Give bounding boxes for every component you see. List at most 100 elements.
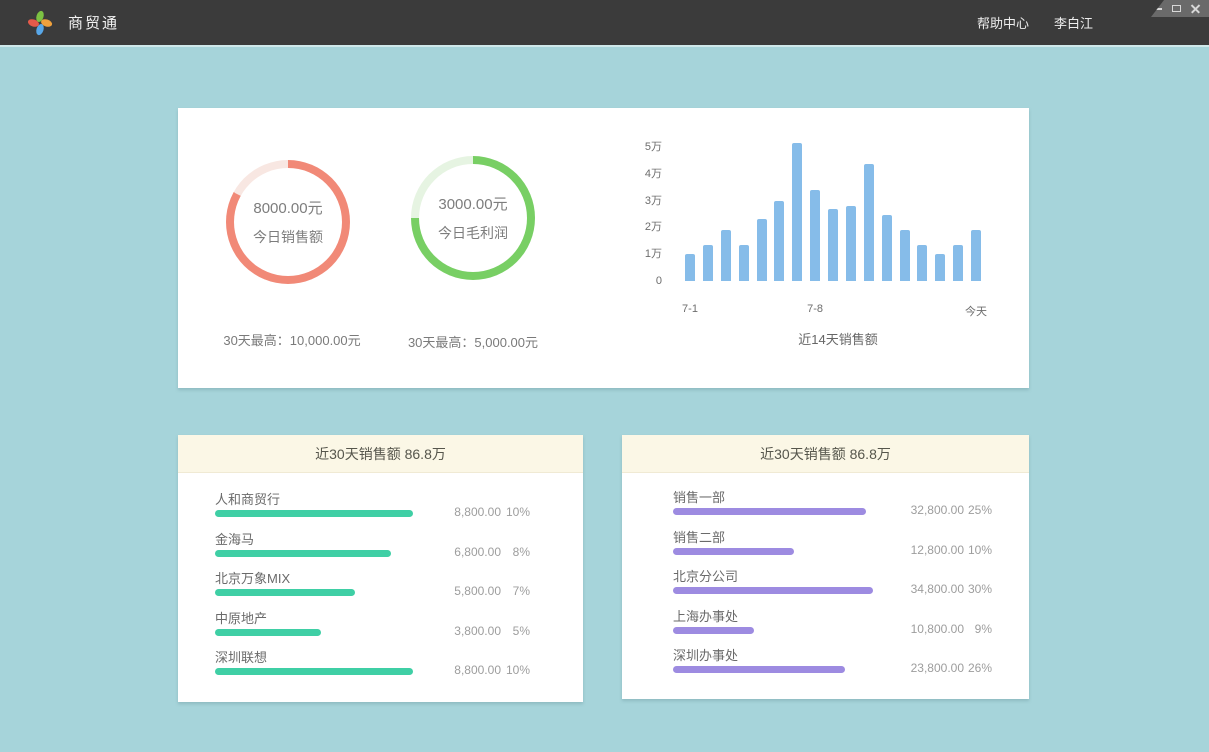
pinwheel-logo-icon (26, 9, 54, 37)
rank-amount: 23,800.00 (869, 661, 964, 675)
rank-percent: 10% (494, 505, 530, 519)
rank-amount: 32,800.00 (869, 503, 964, 517)
bar (721, 230, 731, 281)
rank-percent: 30% (956, 582, 992, 596)
y-axis-tick: 2万 (612, 220, 662, 234)
today-profit-value: 3000.00元 (438, 193, 507, 214)
minimize-icon[interactable] (1153, 8, 1162, 10)
user-name-menu[interactable]: 李白江 (1054, 0, 1093, 47)
y-axis-tick: 1万 (612, 247, 662, 261)
today-sales-value: 8000.00元 (253, 197, 322, 218)
bar (900, 230, 910, 281)
rank-row: 销售二部12,800.0010% (622, 526, 1029, 566)
rank-percent: 25% (956, 503, 992, 517)
window-controls (1151, 0, 1209, 17)
bar (846, 206, 856, 281)
rank-percent: 7% (494, 584, 530, 598)
rank-row: 北京分公司 34,800.0030% (622, 565, 1029, 605)
departments-card-title: 近30天销售额 86.8万 (622, 435, 1029, 473)
rank-bar (215, 510, 413, 517)
rank-amount: 8,800.00 (406, 505, 501, 519)
rank-row: 销售一部 32,800.0025% (622, 486, 1029, 526)
maximize-icon[interactable] (1172, 5, 1181, 12)
rank-amount: 10,800.00 (869, 622, 964, 636)
app-window: 商贸通 帮助中心 李白江 8000.00元 今日销售额 30天最高：10,000… (0, 0, 1209, 752)
y-axis-tick: 0 (612, 274, 662, 288)
departments-rank-list: 销售一部 32,800.0025% 销售二部12,800.0010%北京分公司 34,… (622, 473, 1029, 684)
today-profit-label: 今日毛利润 (438, 223, 508, 243)
bar (810, 190, 820, 281)
bar (882, 215, 892, 281)
y-axis-tick: 3万 (612, 194, 662, 208)
rank-bar (215, 550, 391, 557)
rank-label: 深圳办事处 (673, 645, 738, 664)
rank-label: 销售一部 (673, 487, 725, 506)
rank-label: 北京分公司 (673, 566, 738, 585)
rank-label: 北京万象MIX (215, 568, 290, 587)
rank-percent: 9% (956, 622, 992, 636)
customers-card-title: 近30天销售额 86.8万 (178, 435, 583, 473)
x-axis-tick: 7-8 (785, 303, 845, 315)
rank-label: 上海办事处 (673, 606, 738, 625)
bar (792, 143, 802, 281)
rank-row: 上海办事处 10,800.009% (622, 605, 1029, 645)
overview-card: 8000.00元 今日销售额 30天最高：10,000.00元 3000.00元… (178, 108, 1029, 388)
rank-percent: 26% (956, 661, 992, 675)
rank-amount: 3,800.00 (406, 624, 501, 638)
rank-row: 中原地产 3,800.005% (178, 607, 583, 647)
rank-percent: 8% (494, 545, 530, 559)
y-axis-tick: 5万 (612, 140, 662, 154)
rank-row: 人和商贸行 8,800.0010% (178, 488, 583, 528)
rank-row: 深圳办事处 23,800.0026% (622, 644, 1029, 684)
rank-amount: 8,800.00 (406, 663, 501, 677)
bar (757, 219, 767, 281)
bar (917, 245, 927, 281)
bar (703, 245, 713, 281)
rank-bar (215, 668, 413, 675)
rank-amount: 12,800.00 (869, 543, 964, 557)
daily-sales-bars (685, 134, 981, 281)
rank-row: 深圳联想 8,800.0010% (178, 646, 583, 686)
rank-label: 人和商贸行 (215, 489, 280, 508)
rank-amount: 5,800.00 (406, 584, 501, 598)
title-bar: 商贸通 帮助中心 李白江 (0, 0, 1209, 47)
rank-bar (673, 666, 845, 673)
x-axis-tick: 今天 (946, 303, 1006, 319)
bar (739, 245, 749, 281)
close-icon[interactable] (1191, 4, 1200, 13)
rank-percent: 10% (956, 543, 992, 557)
y-axis-tick: 4万 (612, 167, 662, 181)
customers-rank-list: 人和商贸行8,800.0010%金海马6,800.008%北京万象MIX5,80… (178, 473, 583, 686)
today-sales-label: 今日销售额 (253, 227, 323, 247)
today-sales-gauge: 8000.00元 今日销售额 (226, 160, 350, 284)
bar (953, 245, 963, 281)
rank-label: 金海马 (215, 529, 254, 548)
app-title: 商贸通 (68, 0, 119, 47)
bar (774, 201, 784, 281)
today-profit-gauge: 3000.00元 今日毛利润 (411, 156, 535, 280)
rank-percent: 10% (494, 663, 530, 677)
rank-bar (673, 627, 754, 634)
bar (864, 164, 874, 281)
bar (828, 209, 838, 281)
bar (971, 230, 981, 281)
profit-30d-max-caption: 30天最高：5,000.00元 (373, 332, 573, 351)
x-axis-tick: 7-1 (660, 303, 720, 315)
rank-bar (673, 548, 794, 555)
rank-row: 金海马 6,800.008% (178, 528, 583, 568)
sales-30d-max-caption: 30天最高：10,000.00元 (192, 330, 392, 349)
today-sales-gauge-text: 8000.00元 今日销售额 (234, 168, 342, 276)
help-center-link[interactable]: 帮助中心 (977, 0, 1029, 47)
rank-label: 中原地产 (215, 608, 267, 627)
departments-ranking-card: 近30天销售额 86.8万 销售一部 32,800.0025% 销售二部12,800… (622, 435, 1029, 699)
customers-ranking-card: 近30天销售额 86.8万 人和商贸行8,800.0010%金海马6,800.0… (178, 435, 583, 702)
rank-amount: 6,800.00 (406, 545, 501, 559)
today-profit-gauge-text: 3000.00元 今日毛利润 (419, 164, 527, 272)
bar (935, 254, 945, 281)
daily-sales-chart-title: 近14天销售额 (688, 329, 988, 348)
rank-percent: 5% (494, 624, 530, 638)
rank-amount: 34,800.00 (869, 582, 964, 596)
rank-label: 深圳联想 (215, 647, 267, 666)
rank-bar (673, 508, 866, 515)
bar (685, 254, 695, 281)
